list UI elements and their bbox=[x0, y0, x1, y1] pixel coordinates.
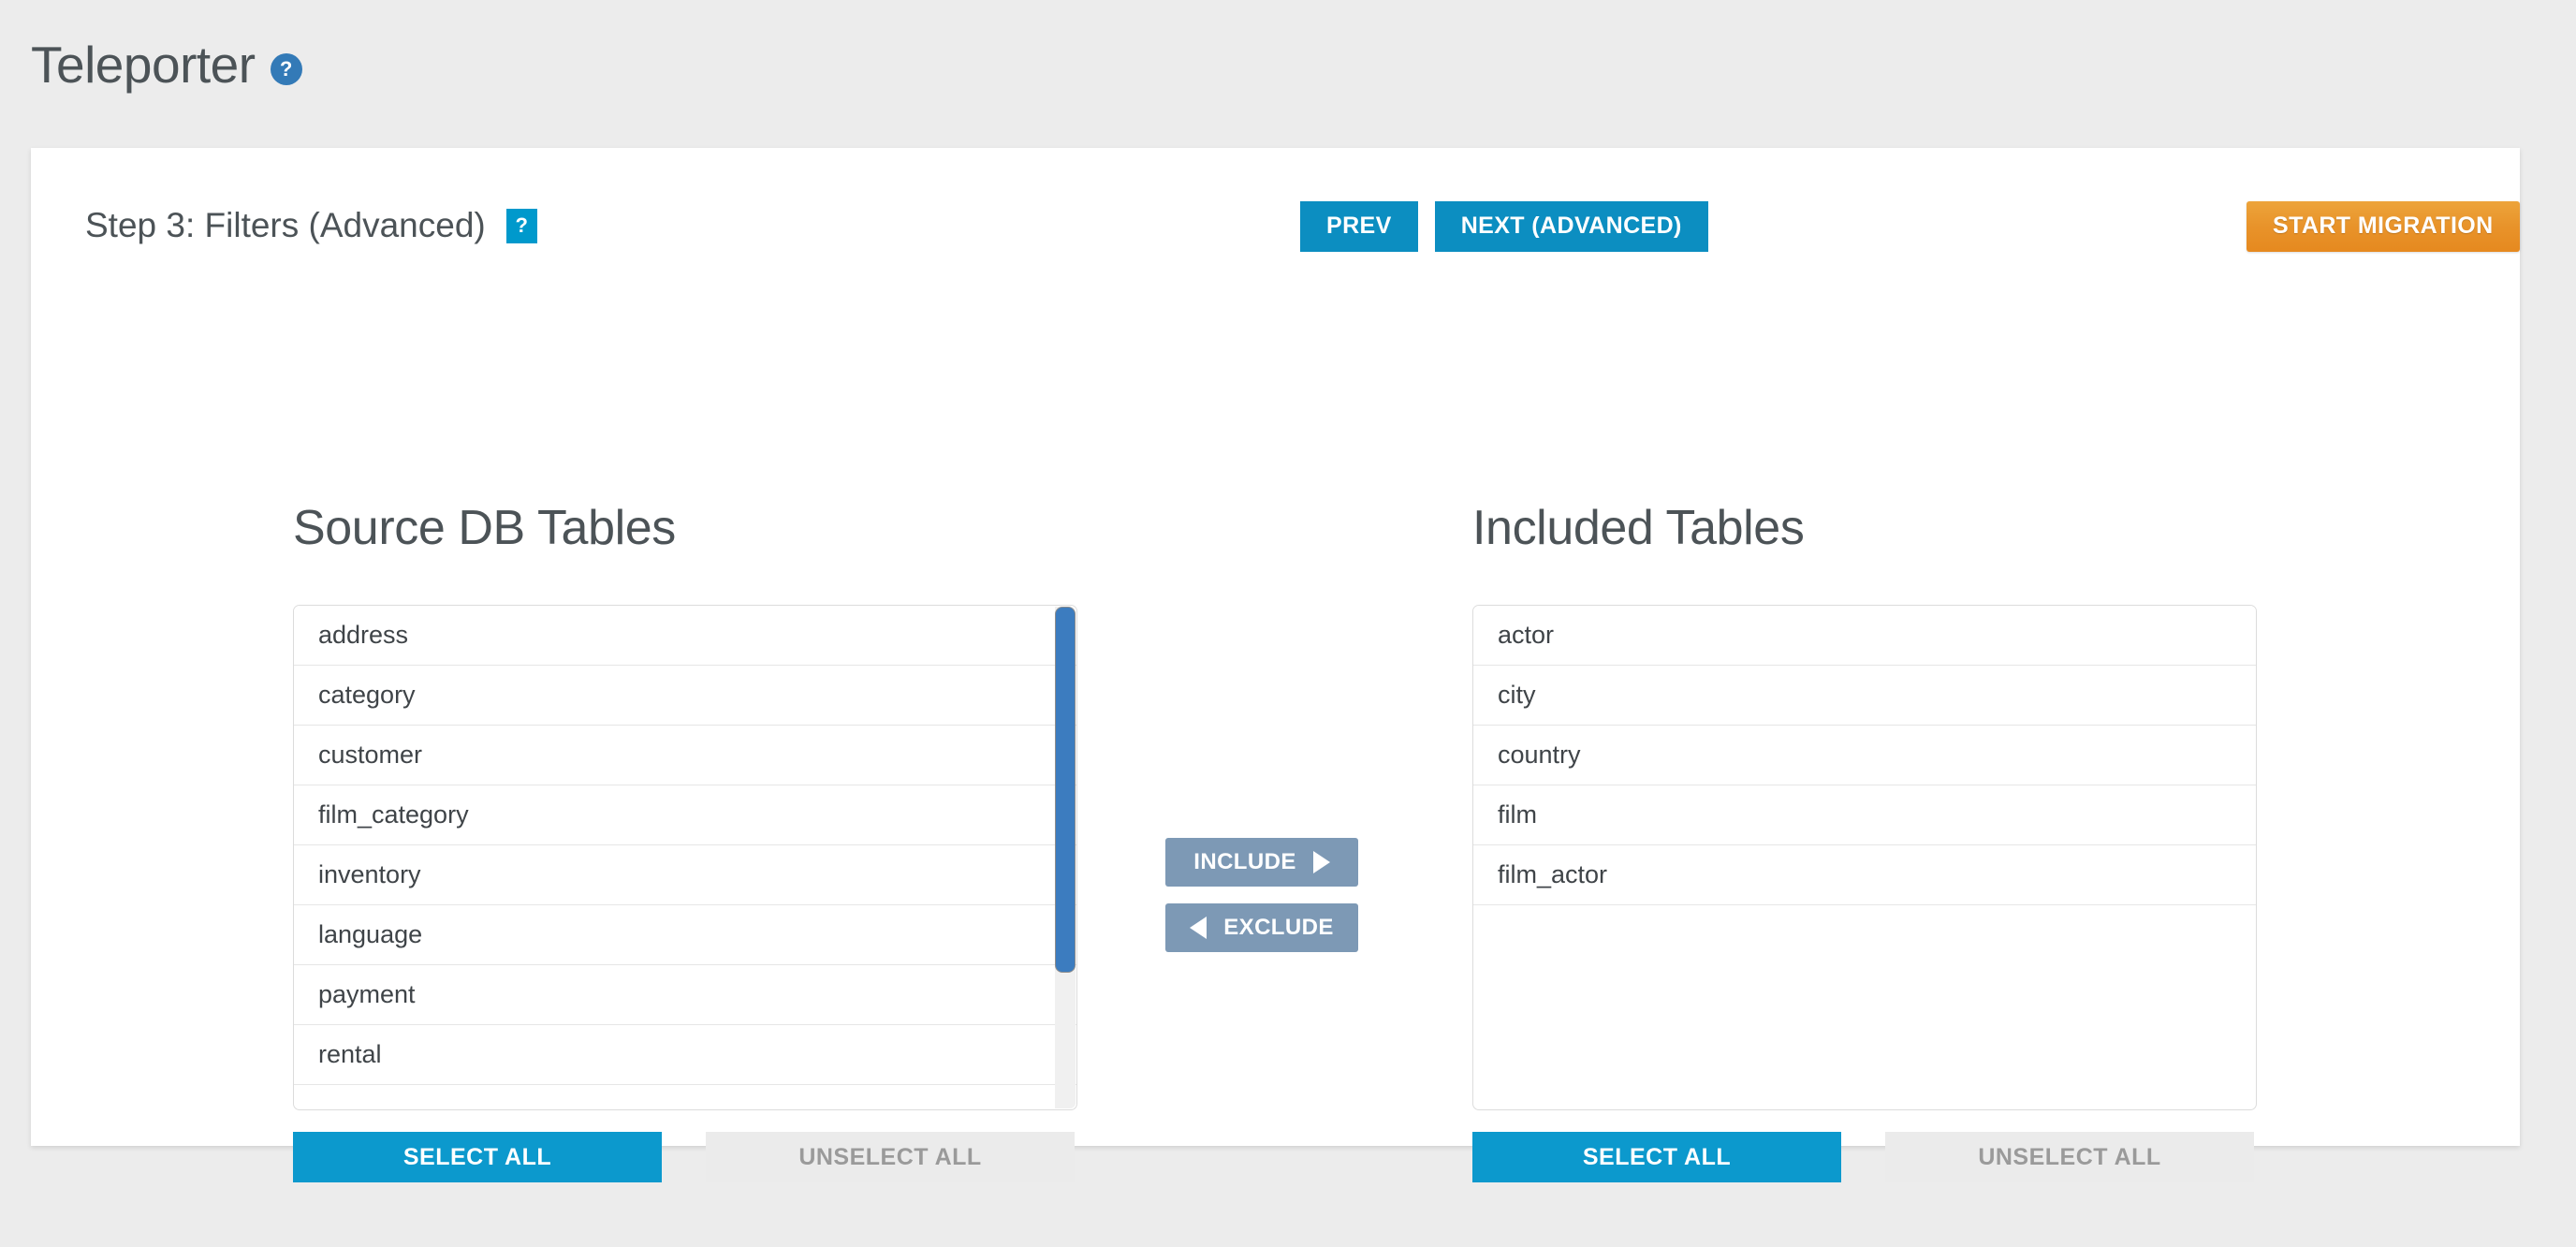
list-item[interactable]: actor bbox=[1473, 606, 2256, 666]
source-panel-footer: SELECT ALL UNSELECT ALL bbox=[293, 1132, 1107, 1182]
list-item[interactable]: address bbox=[294, 606, 1076, 666]
arrow-left-icon bbox=[1190, 917, 1208, 939]
list-item[interactable]: film bbox=[1473, 785, 2256, 845]
step-header: Step 3: Filters (Advanced) ? PREV NEXT (… bbox=[31, 148, 2520, 270]
list-item[interactable]: city bbox=[1473, 666, 2256, 726]
next-advanced-button[interactable]: NEXT (ADVANCED) bbox=[1434, 201, 1708, 252]
nav-buttons: PREV NEXT (ADVANCED) bbox=[1300, 201, 1708, 252]
step-title: Step 3: Filters (Advanced) bbox=[85, 206, 486, 244]
arrow-right-icon bbox=[1312, 851, 1330, 873]
list-item[interactable]: language bbox=[294, 905, 1076, 965]
step-help-icon[interactable]: ? bbox=[505, 208, 537, 243]
source-list-scrollbar[interactable] bbox=[1055, 607, 1076, 1108]
page-title: Teleporter bbox=[31, 36, 256, 94]
list-item[interactable]: category bbox=[294, 666, 1076, 726]
included-select-all-button[interactable]: SELECT ALL bbox=[1472, 1132, 1841, 1182]
help-circle-icon[interactable]: ? bbox=[270, 52, 302, 85]
source-db-tables-panel: Source DB Tables address category custom… bbox=[293, 504, 1107, 1182]
include-label: INCLUDE bbox=[1193, 849, 1296, 874]
source-select-all-button[interactable]: SELECT ALL bbox=[293, 1132, 662, 1182]
main-card: Step 3: Filters (Advanced) ? PREV NEXT (… bbox=[31, 148, 2520, 1182]
included-tables-panel: Included Tables actor city country film … bbox=[1472, 504, 2287, 1182]
included-unselect-all-button[interactable]: UNSELECT ALL bbox=[1885, 1132, 2254, 1182]
page-title-row: Teleporter ? bbox=[31, 39, 302, 91]
included-panel-footer: SELECT ALL UNSELECT ALL bbox=[1472, 1132, 2287, 1182]
source-listbox-wrap: address category customer film_category … bbox=[293, 605, 1077, 1110]
list-item[interactable]: film_actor bbox=[1473, 845, 2256, 905]
source-list-scrollbar-thumb[interactable] bbox=[1055, 607, 1076, 974]
start-migration-button[interactable]: START MIGRATION bbox=[2247, 201, 2520, 252]
transfer-buttons: INCLUDE EXCLUDE bbox=[1165, 838, 1358, 952]
list-item[interactable]: inventory bbox=[294, 845, 1076, 905]
source-unselect-all-button[interactable]: UNSELECT ALL bbox=[706, 1132, 1075, 1182]
included-listbox[interactable]: actor city country film film_actor bbox=[1472, 605, 2257, 1110]
source-listbox[interactable]: address category customer film_category … bbox=[293, 605, 1077, 1110]
step-label-wrap: Step 3: Filters (Advanced) ? bbox=[85, 206, 537, 245]
included-listbox-wrap: actor city country film film_actor bbox=[1472, 605, 2257, 1110]
prev-button[interactable]: PREV bbox=[1300, 201, 1418, 252]
include-button[interactable]: INCLUDE bbox=[1165, 838, 1358, 887]
list-item[interactable]: film_category bbox=[294, 785, 1076, 845]
source-panel-heading: Source DB Tables bbox=[293, 501, 676, 555]
list-item[interactable]: rental bbox=[294, 1025, 1076, 1085]
included-panel-heading: Included Tables bbox=[1472, 501, 1805, 555]
list-item[interactable]: payment bbox=[294, 965, 1076, 1025]
list-item[interactable]: customer bbox=[294, 726, 1076, 785]
exclude-label: EXCLUDE bbox=[1223, 915, 1334, 940]
exclude-button[interactable]: EXCLUDE bbox=[1165, 903, 1358, 952]
list-item[interactable]: country bbox=[1473, 726, 2256, 785]
